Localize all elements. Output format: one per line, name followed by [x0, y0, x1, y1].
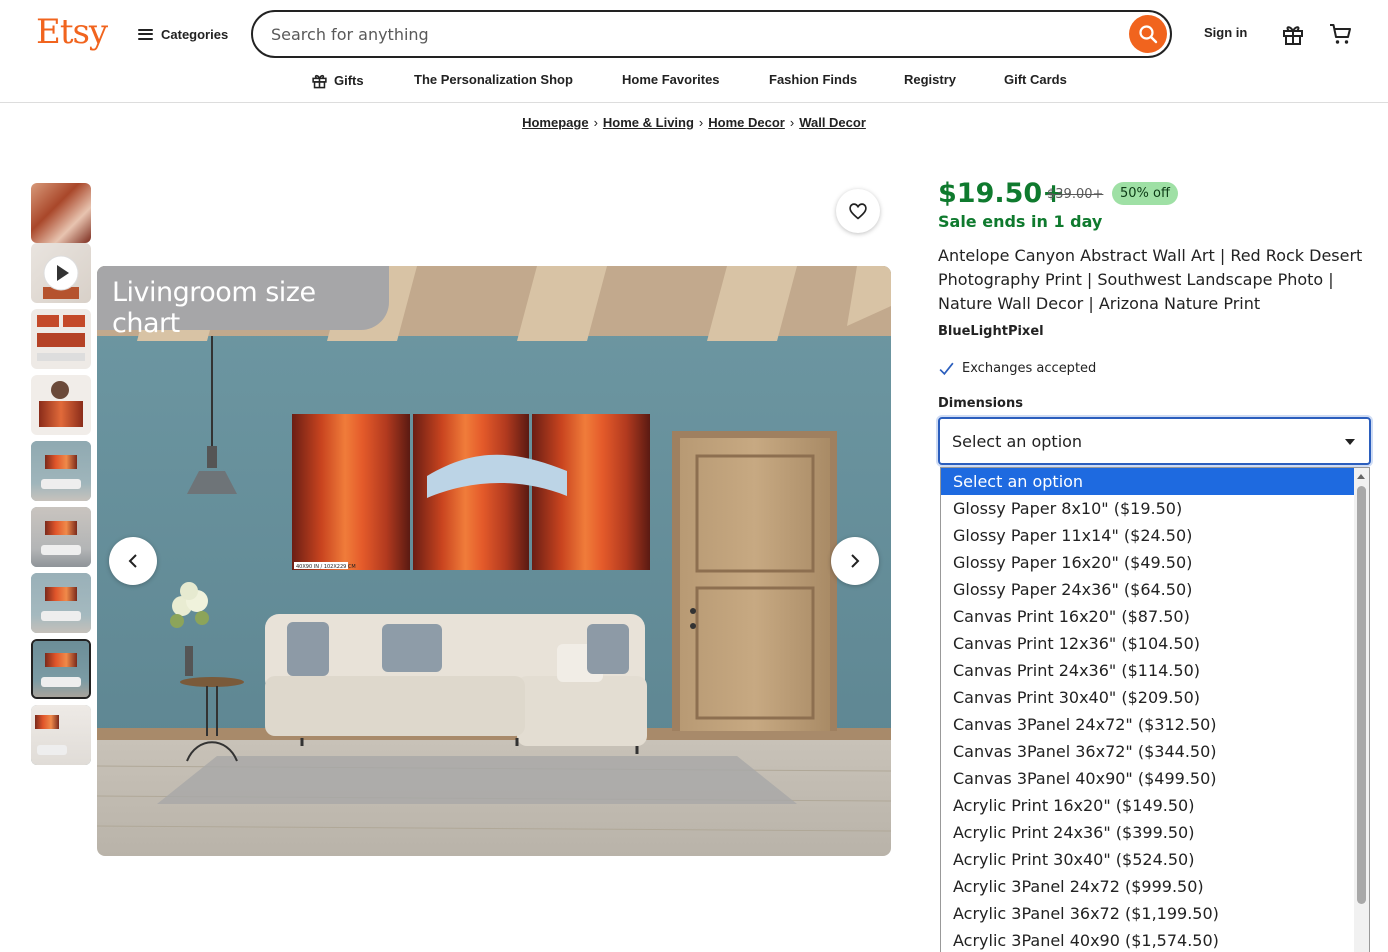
play-icon — [43, 255, 79, 291]
dropdown-option[interactable]: Acrylic Print 30x40" ($524.50) — [941, 846, 1356, 873]
nav-item-gift-cards[interactable]: Gift Cards — [1004, 72, 1067, 87]
gift-icon — [312, 74, 327, 89]
living-room-scene: 40X90 IN / 102X229 CM — [97, 266, 891, 856]
dimensions-label: Dimensions — [938, 396, 1023, 411]
categories-button[interactable]: Categories — [138, 20, 228, 48]
dropdown-option[interactable]: Canvas Print 30x40" ($209.50) — [941, 684, 1356, 711]
dimensions-dropdown-list: Select an option Glossy Paper 8x10" ($19… — [940, 467, 1370, 952]
thumbnail-7[interactable] — [31, 573, 91, 633]
dropdown-option[interactable]: Glossy Paper 16x20" ($49.50) — [941, 549, 1356, 576]
dropdown-scrollbar[interactable] — [1354, 468, 1369, 952]
chevron-left-icon — [128, 554, 137, 568]
site-header: Etsy Categories Sign in — [0, 0, 1388, 103]
category-nav: Gifts The Personalization Shop Home Favo… — [0, 68, 1388, 92]
thumbnail-9[interactable] — [31, 705, 91, 765]
search-button[interactable] — [1129, 15, 1167, 53]
dropdown-option[interactable]: Acrylic 3Panel 24x72 ($999.50) — [941, 873, 1356, 900]
cart-icon[interactable] — [1329, 22, 1353, 46]
gift-icon[interactable] — [1281, 22, 1305, 46]
dropdown-option[interactable]: Canvas 3Panel 36x72" ($344.50) — [941, 738, 1356, 765]
dropdown-option[interactable]: Canvas 3Panel 24x72" ($312.50) — [941, 711, 1356, 738]
print-caption: 40X90 IN / 102X229 CM — [296, 564, 356, 570]
nav-item-gifts[interactable]: Gifts — [311, 72, 364, 89]
dropdown-option[interactable]: Glossy Paper 8x10" ($19.50) — [941, 495, 1356, 522]
thumbnail-8-selected[interactable] — [31, 639, 91, 699]
thumbnail-3[interactable] — [31, 309, 91, 369]
sale-ends-text: Sale ends in 1 day — [938, 212, 1103, 231]
breadcrumb: Homepage › Home & Living › Home Decor › Wall D… — [0, 115, 1388, 130]
chevron-right-icon: › — [789, 115, 795, 130]
next-image-button[interactable] — [831, 537, 879, 585]
chevron-right-icon: › — [698, 115, 704, 130]
breadcrumb-wall-decor[interactable]: Wall Decor — [799, 115, 866, 130]
etsy-logo[interactable]: Etsy — [36, 12, 108, 52]
search-bar — [251, 10, 1172, 58]
dropdown-option[interactable]: Acrylic Print 16x20" ($149.50) — [941, 792, 1356, 819]
dropdown-option[interactable]: Acrylic 3Panel 40x90 ($1,574.50) — [941, 927, 1356, 952]
hamburger-icon — [138, 28, 153, 40]
product-main-image: 40X90 IN / 102X229 CM — [97, 266, 891, 856]
dropdown-option[interactable]: Canvas Print 16x20" ($87.50) — [941, 603, 1356, 630]
thumbnail-4[interactable] — [31, 375, 91, 435]
dropdown-option[interactable]: Canvas Print 12x36" ($104.50) — [941, 630, 1356, 657]
scroll-up-icon[interactable] — [1357, 474, 1365, 479]
discount-badge: 50% off — [1112, 182, 1178, 205]
chevron-right-icon: › — [593, 115, 598, 130]
dropdown-option[interactable]: Canvas Print 24x36" ($114.50) — [941, 657, 1356, 684]
dropdown-option[interactable]: Glossy Paper 24x36" ($64.50) — [941, 576, 1356, 603]
select-value: Select an option — [952, 432, 1083, 451]
dimensions-select[interactable]: Select an option — [938, 417, 1371, 465]
exchanges-info: Exchanges accepted — [938, 360, 1096, 377]
nav-item-personalization-shop[interactable]: The Personalization Shop — [414, 72, 573, 87]
thumbnail-6[interactable] — [31, 507, 91, 567]
nav-label: Gifts — [334, 73, 364, 88]
dropdown-option[interactable]: Select an option — [941, 468, 1356, 495]
sale-price: $19.50+ — [938, 178, 1065, 209]
original-price: $39.00+ — [1047, 187, 1104, 202]
search-input[interactable] — [271, 12, 1111, 56]
breadcrumb-home-decor[interactable]: Home Decor — [708, 115, 785, 130]
categories-label: Categories — [161, 26, 229, 42]
dropdown-option[interactable]: Acrylic 3Panel 36x72 ($1,199.50) — [941, 900, 1356, 927]
dropdown-option[interactable]: Acrylic Print 24x36" ($399.50) — [941, 819, 1356, 846]
nav-item-registry[interactable]: Registry — [904, 72, 956, 87]
breadcrumb-home-living[interactable]: Home & Living — [603, 115, 694, 130]
thumbnail-1[interactable] — [31, 183, 91, 243]
shop-name-link[interactable]: BlueLightPixel — [938, 324, 1044, 339]
breadcrumb-homepage[interactable]: Homepage — [522, 115, 588, 130]
nav-item-fashion-finds[interactable]: Fashion Finds — [769, 72, 857, 87]
nav-item-home-favorites[interactable]: Home Favorites — [622, 72, 720, 87]
previous-image-button[interactable] — [109, 537, 157, 585]
chevron-right-icon — [851, 554, 860, 568]
thumbnail-5[interactable] — [31, 441, 91, 501]
check-icon — [939, 362, 954, 376]
thumbnail-video[interactable] — [31, 243, 91, 303]
scrollbar-thumb[interactable] — [1357, 486, 1366, 904]
dropdown-option[interactable]: Canvas 3Panel 40x90" ($499.50) — [941, 765, 1356, 792]
search-icon — [1139, 25, 1158, 44]
size-chart-label: Livingroom size chart — [97, 266, 389, 339]
sign-in-link[interactable]: Sign in — [1204, 25, 1247, 40]
heart-icon — [849, 203, 867, 220]
dropdown-option[interactable]: Glossy Paper 11x14" ($24.50) — [941, 522, 1356, 549]
product-title: Antelope Canyon Abstract Wall Art | Red … — [938, 246, 1363, 313]
caret-down-icon — [1345, 439, 1355, 445]
favorite-button[interactable] — [836, 189, 880, 233]
exchanges-label: Exchanges accepted — [962, 361, 1097, 376]
